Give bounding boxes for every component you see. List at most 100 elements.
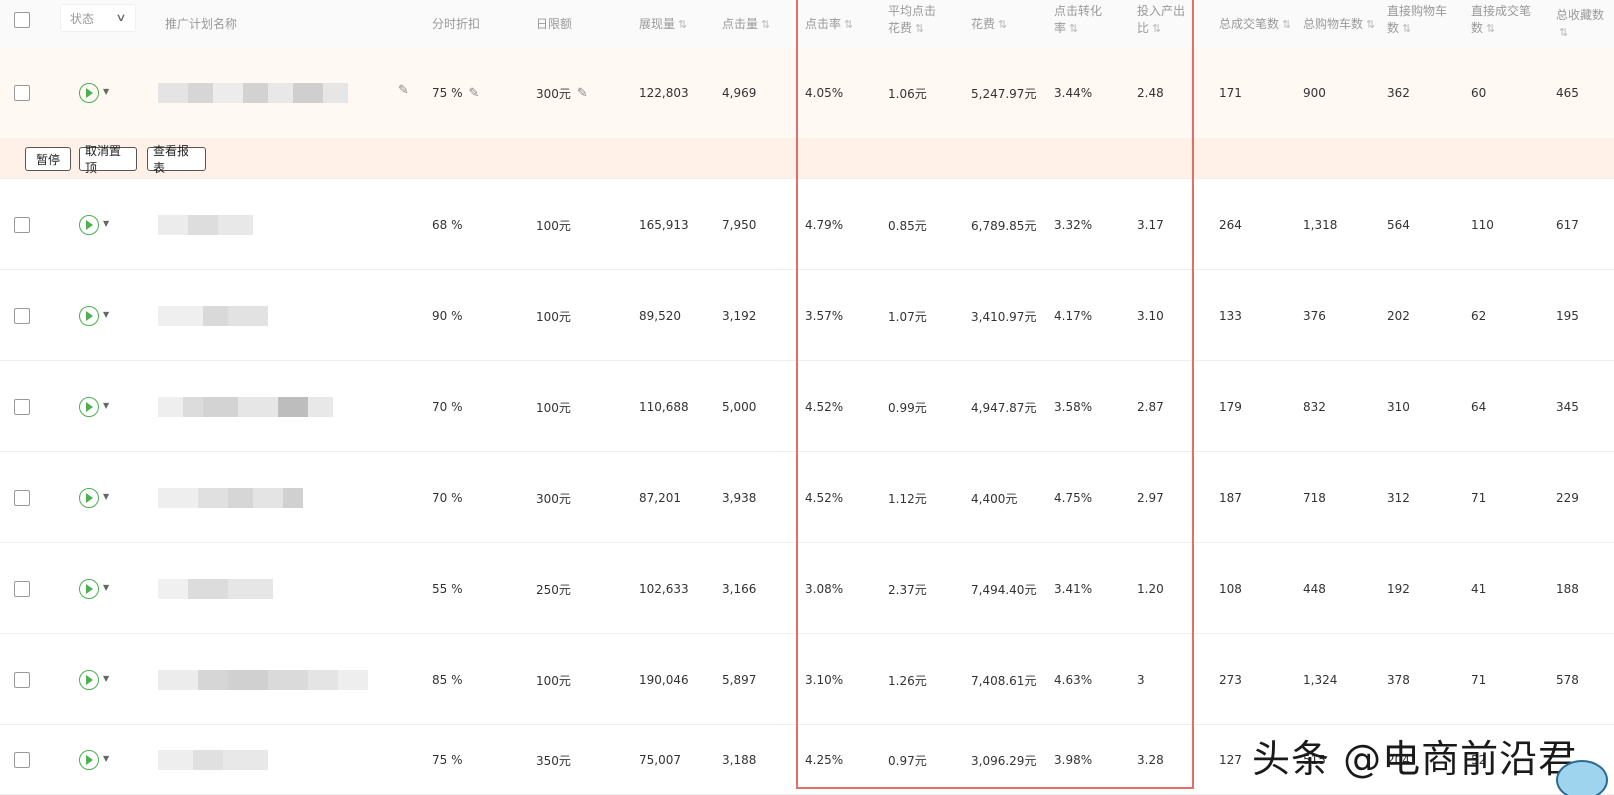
cell-value: 3.28 [1137, 753, 1164, 767]
caret-down-icon[interactable]: ▼ [103, 754, 109, 763]
cell-col-daily-limit: 300元 [536, 488, 571, 508]
cell-col-direct-cart: 310 [1387, 397, 1410, 417]
cell-col-discount: 75 % [432, 750, 463, 770]
row-checkbox[interactable] [14, 672, 30, 688]
sort-icon[interactable]: ⇅ [678, 18, 687, 31]
cell-value: 202 [1387, 309, 1410, 323]
header-label: 推广计划名称 [165, 16, 238, 31]
play-status-icon[interactable] [79, 306, 99, 326]
unpin-button[interactable]: 取消置顶 [79, 144, 137, 175]
cell-value: 70 % [432, 491, 463, 505]
cell-col-cvr: 4.17% [1054, 306, 1092, 326]
row-checkbox[interactable] [14, 490, 30, 506]
edit-name-pencil-icon[interactable]: ✎ [398, 83, 409, 98]
edit-pencil-icon[interactable]: ✎ [469, 86, 480, 101]
select-all-checkbox[interactable] [14, 12, 30, 28]
cell-value: 62 [1471, 309, 1487, 323]
cell-col-orders: 273 [1219, 670, 1242, 690]
header-col-avg-cpc[interactable]: 平均点击 花费 ⇅ [888, 0, 936, 48]
header-col-orders[interactable]: 总成交笔数 ⇅ [1219, 0, 1291, 48]
cell-col-direct-cart: 312 [1387, 488, 1410, 508]
play-status-icon[interactable] [79, 750, 99, 770]
status-filter-dropdown[interactable]: 状态 ∨ [60, 4, 136, 32]
row-checkbox[interactable] [14, 581, 30, 597]
row-checkbox[interactable] [14, 217, 30, 233]
header-col-cart[interactable]: 总购物车数 ⇅ [1303, 0, 1375, 48]
row-checkbox[interactable] [14, 85, 30, 101]
cell-col-discount: 85 % [432, 670, 463, 690]
cell-col-ctr: 4.52% [805, 488, 843, 508]
cell-col-roi: 3.28 [1137, 750, 1164, 770]
play-status-icon[interactable] [79, 83, 99, 103]
caret-down-icon[interactable]: ▼ [103, 583, 109, 592]
cell-value: 110 [1471, 218, 1494, 232]
header-col-ctr[interactable]: 点击率 ⇅ [805, 0, 853, 48]
header-col-clicks[interactable]: 点击量 ⇅ [722, 0, 770, 48]
cell-col-impressions: 102,633 [639, 579, 689, 599]
cell-value: 1,324 [1303, 673, 1338, 687]
header-label: 数 ⇅ [1471, 21, 1496, 35]
header-col-cvr[interactable]: 点击转化率 ⇅ [1054, 0, 1102, 48]
cell-col-discount: 70 % [432, 488, 463, 508]
pause-button[interactable]: 暂停 [25, 147, 71, 171]
sort-icon[interactable]: ⇅ [915, 22, 924, 35]
cell-col-cvr: 4.63% [1054, 670, 1092, 690]
cell-col-cvr: 3.98% [1054, 750, 1092, 770]
cell-value: 68 % [432, 218, 463, 232]
cell-value: 273 [1219, 673, 1242, 687]
row-checkbox[interactable] [14, 752, 30, 768]
cell-col-direct-orders: 64 [1471, 397, 1486, 417]
header-col-impressions[interactable]: 展现量 ⇅ [639, 0, 687, 48]
cell-col-direct-orders: 71 [1471, 488, 1486, 508]
edit-pencil-icon[interactable]: ✎ [577, 86, 588, 101]
header-col-direct-orders[interactable]: 直接成交笔数 ⇅ [1471, 0, 1531, 48]
watermark-text: 头条 @电商前沿君 [1252, 737, 1578, 781]
cell-col-direct-orders: 62 [1471, 306, 1486, 326]
sort-icon[interactable]: ⇅ [1069, 22, 1078, 35]
caret-down-icon[interactable]: ▼ [103, 87, 109, 96]
play-status-icon[interactable] [79, 488, 99, 508]
cell-col-favorites: 195 [1556, 306, 1579, 326]
header-col-favorites[interactable]: 总收藏数⇅ [1556, 0, 1614, 48]
cell-value: 564 [1387, 218, 1410, 232]
cell-value: 110,688 [639, 400, 689, 414]
cell-value: 179 [1219, 400, 1242, 414]
cell-value: 85 % [432, 673, 463, 687]
sort-icon[interactable]: ⇅ [1559, 26, 1568, 39]
cell-value: 229 [1556, 491, 1579, 505]
cell-value: 5,897 [722, 673, 757, 687]
sort-icon[interactable]: ⇅ [761, 18, 770, 31]
header-col-roi[interactable]: 投入产出比 ⇅ [1137, 0, 1185, 48]
header-col-discount: 分时折扣 [432, 0, 480, 48]
cell-col-avg-cpc: 0.85元 [888, 215, 927, 235]
cell-col-daily-limit: 100元 [536, 670, 571, 690]
header-col-direct-cart[interactable]: 直接购物车数 ⇅ [1387, 0, 1447, 48]
sort-icon[interactable]: ⇅ [844, 18, 853, 31]
cell-col-favorites: 188 [1556, 579, 1579, 599]
play-status-icon[interactable] [79, 215, 99, 235]
cell-value: 7,408.61元 [971, 673, 1037, 688]
row-checkbox[interactable] [14, 399, 30, 415]
caret-down-icon[interactable]: ▼ [103, 310, 109, 319]
header-col-cost[interactable]: 花费 ⇅ [971, 0, 1007, 48]
play-status-icon[interactable] [79, 397, 99, 417]
sort-icon[interactable]: ⇅ [1282, 18, 1291, 31]
table-row: ▼ 90 % 100元 89,520 3,192 3.57% 1.07元 3,410.97元 4… [0, 270, 1614, 361]
header-label: 投入产出 [1137, 4, 1186, 18]
sort-icon[interactable]: ⇅ [1486, 22, 1495, 35]
cell-col-clicks: 5,897 [722, 670, 756, 690]
caret-down-icon[interactable]: ▼ [103, 219, 109, 228]
sort-icon[interactable]: ⇅ [1402, 22, 1411, 35]
sort-icon[interactable]: ⇅ [1366, 18, 1375, 31]
sort-icon[interactable]: ⇅ [1152, 22, 1161, 35]
sort-icon[interactable]: ⇅ [998, 18, 1007, 31]
caret-down-icon[interactable]: ▼ [103, 492, 109, 501]
view-report-button[interactable]: 查看报表 [147, 144, 206, 175]
cell-value: 3.08% [805, 582, 844, 596]
cell-col-cart: 1,318 [1303, 215, 1337, 235]
caret-down-icon[interactable]: ▼ [103, 674, 109, 683]
play-status-icon[interactable] [79, 579, 99, 599]
row-checkbox[interactable] [14, 308, 30, 324]
play-status-icon[interactable] [79, 670, 99, 690]
caret-down-icon[interactable]: ▼ [103, 401, 109, 410]
